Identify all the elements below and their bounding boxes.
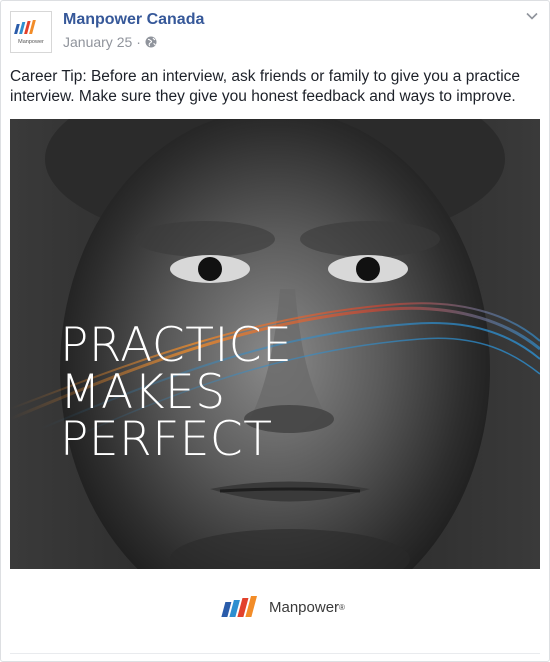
- overlay-text-line-3: PERFECT: [60, 412, 273, 467]
- post-text: Career Tip: Before an interview, ask fri…: [10, 68, 521, 105]
- chevron-down-icon[interactable]: [525, 9, 539, 23]
- overlay-text-line-2: MAKES: [60, 365, 226, 420]
- post-card: Manpower Manpower Canada January 25 · Ca…: [0, 0, 550, 662]
- brand-name: Manpower: [269, 598, 340, 616]
- page-name-link[interactable]: Manpower Canada: [63, 11, 204, 29]
- manpower-brand-logo: Manpower ®: [221, 596, 345, 618]
- overlay-text-line-1: PRACTICE: [60, 318, 293, 373]
- post-meta: January 25 ·: [63, 34, 157, 50]
- registered-mark: ®: [339, 602, 345, 612]
- meta-separator: ·: [136, 34, 141, 50]
- manpower-logo-icon: [221, 596, 257, 617]
- post-date[interactable]: January 25: [63, 34, 132, 50]
- manpower-logo-icon: Manpower: [14, 20, 44, 45]
- post-photo[interactable]: PRACTICE MAKES PERFECT: [10, 119, 540, 569]
- post-header: Manpower Manpower Canada January 25 ·: [1, 1, 549, 63]
- photo-brand-footer: Manpower ®: [10, 569, 540, 654]
- avatar-logo-text: Manpower: [18, 39, 44, 45]
- page-avatar[interactable]: Manpower: [10, 11, 52, 53]
- globe-icon[interactable]: [145, 36, 157, 48]
